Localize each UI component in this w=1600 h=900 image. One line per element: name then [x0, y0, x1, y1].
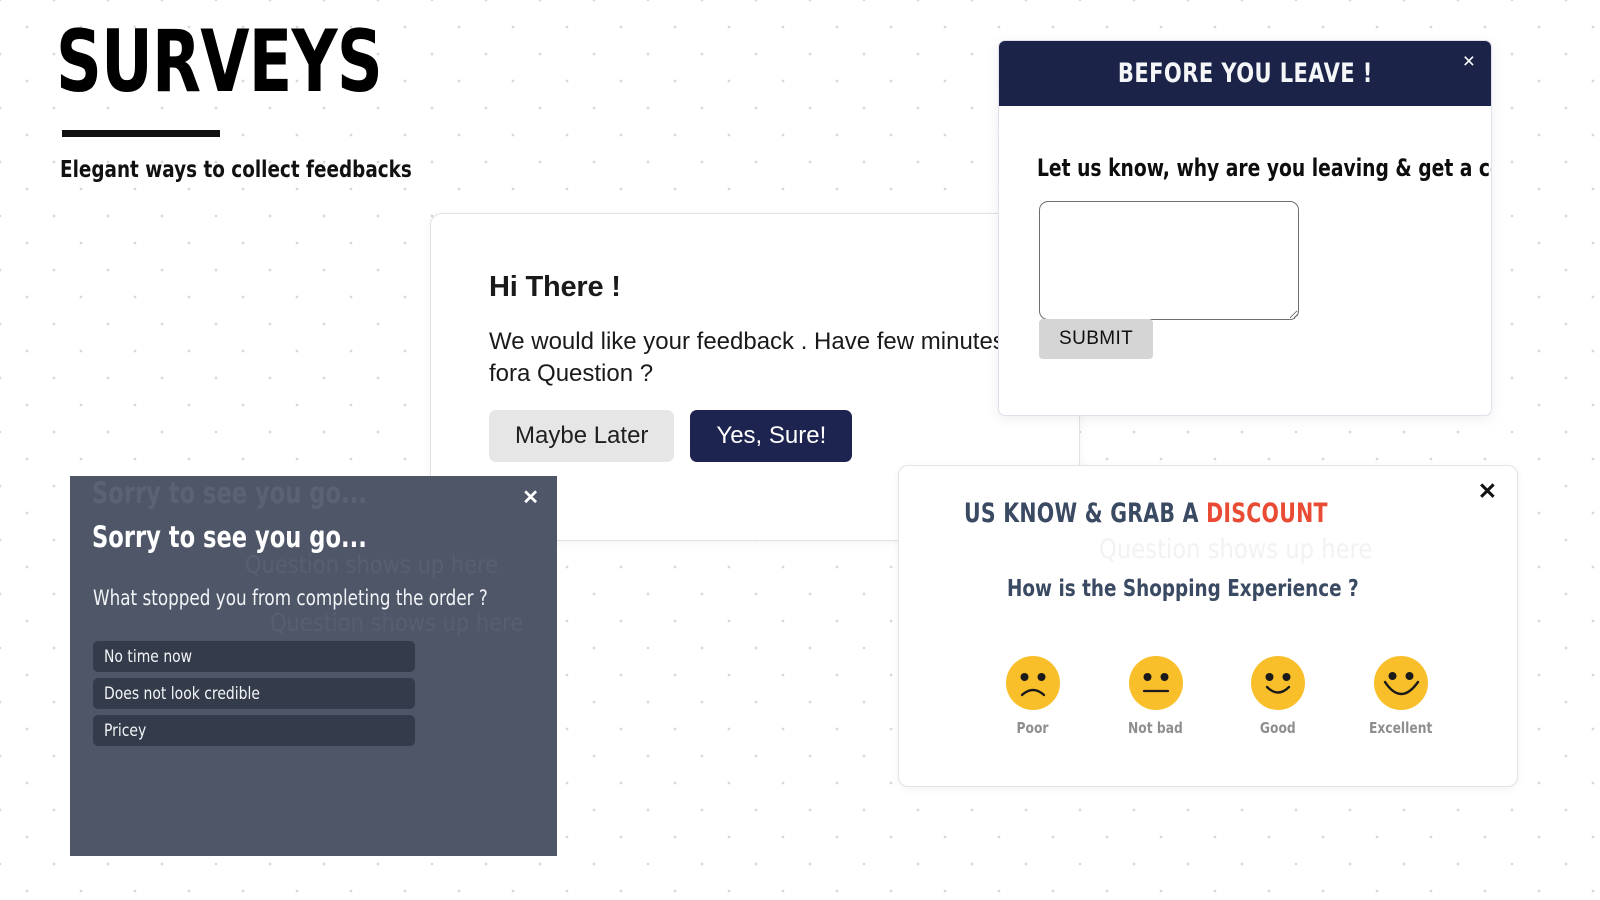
rating-label: Not bad [1128, 719, 1184, 737]
hi-there-title: Hi There ! [489, 271, 621, 303]
page-title: SURVEYS [56, 12, 383, 112]
before-you-leave-modal: BEFORE YOU LEAVE ! × Let us know, why ar… [998, 40, 1492, 416]
list-item[interactable]: Does not look credible [93, 678, 415, 709]
ghost-question-watermark: Question shows up here [1099, 534, 1373, 565]
sorry-modal-title: Sorry to see you go... [92, 520, 367, 554]
list-item[interactable]: Pricey [93, 715, 415, 746]
discount-heading: US KNOW & GRAB A DISCOUNT [964, 498, 1328, 529]
discount-heading-accent: DISCOUNT [1206, 498, 1328, 529]
very-happy-face-icon [1373, 656, 1428, 710]
discount-heading-prefix: US KNOW & GRAB A [964, 498, 1207, 529]
rating-label: Excellent [1369, 719, 1433, 737]
page-tagline: Elegant ways to collect feedbacks [60, 156, 412, 183]
before-you-leave-prompt: Let us know, why are you leaving & get a… [1037, 154, 1491, 182]
yes-sure-button[interactable]: Yes, Sure! [690, 410, 853, 462]
before-you-leave-title: BEFORE YOU LEAVE ! [1117, 58, 1373, 89]
rating-label: Good [1260, 719, 1297, 737]
rating-option-not-bad[interactable]: Not bad [1110, 656, 1202, 737]
sorry-to-see-you-go-modal: ✕ Sorry to see you go... What stopped yo… [70, 476, 557, 856]
hi-there-body-text: We would like your feedback . Have few m… [489, 328, 1005, 387]
sad-face-icon [1006, 656, 1060, 710]
submit-button[interactable]: SUBMIT [1039, 319, 1154, 359]
close-icon[interactable]: ✕ [522, 488, 539, 508]
rating-option-good[interactable]: Good [1232, 656, 1324, 737]
emoji-rating-row: Poor Not bad Good Excellent [987, 656, 1447, 737]
title-underline-divider [62, 129, 220, 137]
neutral-face-icon [1128, 656, 1183, 710]
rating-option-excellent[interactable]: Excellent [1355, 656, 1447, 737]
close-icon[interactable]: × [1463, 51, 1475, 72]
option-label: Pricey [104, 720, 147, 741]
rating-label: Poor [1016, 719, 1049, 737]
hi-there-actions: Maybe Later Yes, Sure! [489, 410, 853, 462]
close-icon[interactable]: ✕ [1478, 480, 1497, 503]
option-label: No time now [104, 646, 193, 667]
happy-face-icon [1251, 656, 1306, 710]
masthead: SURVEYS Elegant ways to collect feedback… [56, 12, 476, 183]
feedback-textarea[interactable] [1039, 201, 1299, 320]
maybe-later-button[interactable]: Maybe Later [489, 410, 675, 462]
discount-subheading: How is the Shopping Experience ? [1007, 576, 1359, 602]
sorry-modal-options-list: No time now Does not look credible Price… [93, 641, 415, 746]
option-label: Does not look credible [104, 683, 260, 704]
discount-rating-card: US KNOW & GRAB A DISCOUNT Question shows… [898, 465, 1518, 787]
before-you-leave-header: BEFORE YOU LEAVE ! × [999, 41, 1491, 106]
rating-option-poor[interactable]: Poor [987, 656, 1079, 737]
list-item[interactable]: No time now [93, 641, 415, 672]
sorry-modal-question: What stopped you from completing the ord… [93, 586, 488, 610]
